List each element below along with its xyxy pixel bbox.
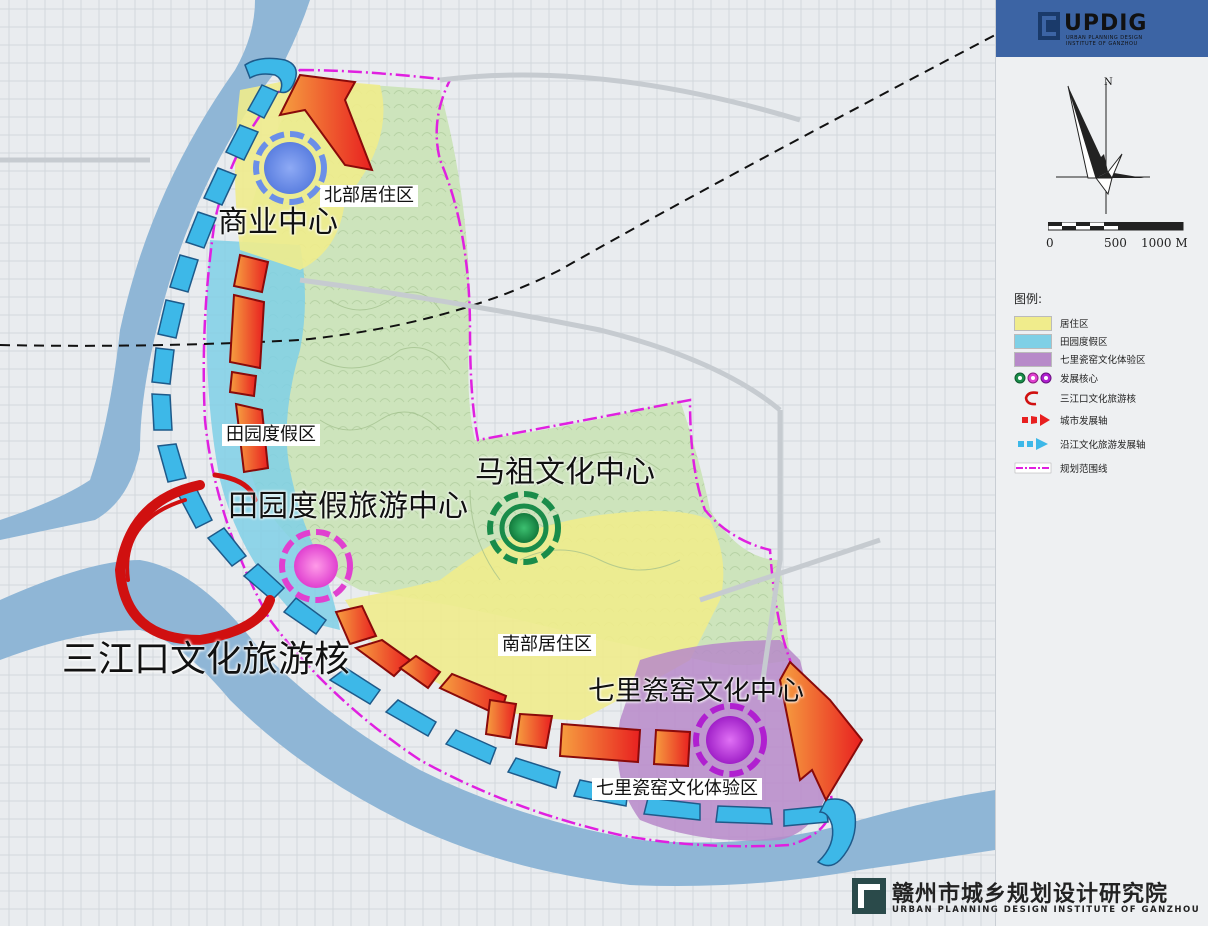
logo-bar: UPDIG URBAN PLANNING DESIGN INSTITUTE OF… <box>996 0 1208 57</box>
legend-title: 图例: <box>1014 292 1043 306</box>
logo-subtitle: URBAN PLANNING DESIGN INSTITUTE OF GANZH… <box>1066 35 1143 47</box>
kiln-swatch-icon <box>1014 351 1052 367</box>
axis-seg <box>228 293 266 370</box>
scale-1000: 1000 M <box>1141 236 1188 250</box>
scale-bar <box>1048 222 1184 231</box>
legend-label: 三江口文化旅游核 <box>1060 394 1137 405</box>
institute-name-en: URBAN PLANNING DESIGN INSTITUTE OF GANZH… <box>892 905 1201 915</box>
legend-label: 城市发展轴 <box>1060 416 1108 427</box>
core-resort-icon <box>279 529 353 603</box>
legend-label: 七里瓷窑文化体验区 <box>1060 355 1146 366</box>
axis-seg <box>232 253 270 294</box>
legend-item-river-axis: 沿江文化旅游发展轴 <box>1014 436 1146 452</box>
legend-label: 沿江文化旅游发展轴 <box>1060 440 1146 451</box>
axis-seg <box>514 712 554 750</box>
institute-name-cn: 赣州市城乡规划设计研究院 <box>892 881 1169 907</box>
legend-label: 居住区 <box>1060 319 1089 330</box>
north-label: N <box>1104 77 1113 88</box>
legend: 图例: 居住区 田园度假区 七里瓷窑文化体验区 发展核心 三江口文化旅游核 城市… <box>1014 290 1204 475</box>
label-mazu-center: 马祖文化中心 <box>475 455 655 490</box>
resort-swatch-icon <box>1014 333 1052 349</box>
axis-seg <box>652 728 692 768</box>
cyan-arrow-icon <box>1014 437 1052 451</box>
core-kiln-icon <box>693 703 767 777</box>
core-mazu-icon <box>487 491 561 565</box>
updig-logo-icon <box>1038 12 1060 40</box>
boundary-line-icon <box>1014 461 1052 475</box>
river-axis-seg <box>715 805 773 825</box>
north-arrow-icon <box>1056 82 1150 214</box>
scale-500: 500 <box>1104 236 1127 250</box>
core-commerce-icon <box>253 131 327 205</box>
legend-item-residential: 居住区 <box>1014 315 1089 331</box>
institute-logo-icon <box>852 878 886 914</box>
legend-item-resort: 田园度假区 <box>1014 333 1108 349</box>
legend-label: 发展核心 <box>1060 374 1099 385</box>
core-circles-icon <box>1014 371 1052 385</box>
residential-swatch-icon <box>1014 315 1052 331</box>
institute-footer: 赣州市城乡规划设计研究院 URBAN PLANNING DESIGN INSTI… <box>852 872 1202 922</box>
axis-seg <box>228 370 258 398</box>
legend-item-boundary: 规划范围线 <box>1014 460 1108 476</box>
label-south-residential: 南部居住区 <box>498 634 596 656</box>
legend-label: 规划范围线 <box>1060 464 1108 475</box>
axis-seg <box>558 722 642 764</box>
label-three-rivers-core: 三江口文化旅游核 <box>62 639 351 680</box>
label-commerce-center: 商业中心 <box>218 205 338 240</box>
logo-sub2: INSTITUTE OF GANZHOU <box>1066 41 1138 47</box>
label-farm-resort-center: 田园度假旅游中心 <box>228 489 468 524</box>
legend-item-core: 发展核心 <box>1014 370 1098 386</box>
label-qili-zone: 七里瓷窑文化体验区 <box>592 778 762 800</box>
red-ring-icon <box>1014 391 1052 406</box>
side-panel: UPDIG URBAN PLANNING DESIGN INSTITUTE OF… <box>995 0 1208 926</box>
scale-0: 0 <box>1046 236 1054 250</box>
legend-item-three-rivers: 三江口文化旅游核 <box>1014 390 1136 406</box>
red-arrow-icon <box>1014 413 1052 427</box>
planning-map-figure: 北部居住区 商业中心 田园度假区 马祖文化中心 田园度假旅游中心 南部居住区 三… <box>0 0 1208 926</box>
logo-name: UPDIG <box>1064 11 1148 36</box>
river-axis-seg <box>151 393 173 431</box>
legend-item-kiln: 七里瓷窑文化体验区 <box>1014 351 1146 367</box>
legend-item-urban-axis: 城市发展轴 <box>1014 412 1108 428</box>
legend-label: 田园度假区 <box>1060 337 1108 348</box>
label-north-residential: 北部居住区 <box>320 185 418 207</box>
river-axis-seg <box>151 347 175 385</box>
axis-seg <box>484 698 518 740</box>
label-farm-resort-zone: 田园度假区 <box>222 424 320 446</box>
